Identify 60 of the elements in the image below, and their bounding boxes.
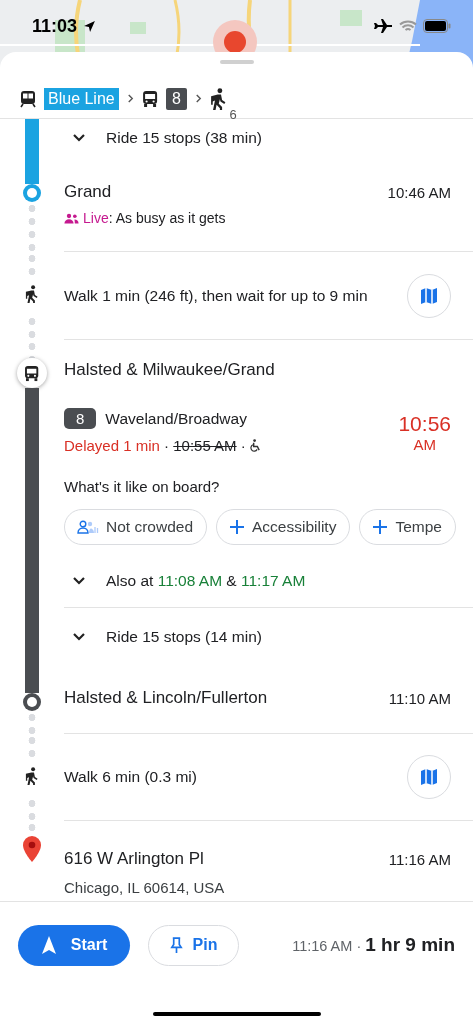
people-icon [64,212,79,224]
bus-icon [24,364,40,382]
arrival-time: 11:10 AM [388,689,451,707]
ride-stops-toggle[interactable]: Ride 15 stops (38 min) [64,129,451,148]
also-departures-toggle[interactable]: Also at 11:08 AM & 11:17 AM [64,572,451,591]
location-pin-icon [22,835,42,864]
onboard-question: What's it like on board? [64,478,221,496]
route-badge: 8 [165,87,187,110]
start-button[interactable]: Start [18,924,130,966]
stop-name: Halsted & Lincoln/Fullerton [64,688,268,709]
map-button[interactable] [407,273,451,318]
walk-instructions: Walk 1 min (246 ft), then wait for up to 9 min [64,286,368,305]
plus-icon [229,519,245,536]
crowd-status: Live: As busy as it gets [83,210,226,227]
map-icon [419,767,439,788]
stop-marker [23,693,41,712]
walk-minutes: 6 [229,107,237,123]
ride-stops-toggle[interactable]: Ride 15 stops (14 min) [64,628,451,647]
stop-name: Halsted & Milwaukee/Grand [64,360,276,381]
map-button[interactable] [407,755,451,800]
feedback-chip[interactable]: Tempe [359,509,456,546]
walking-person-icon [24,285,40,304]
route-badge: Blue Line [44,87,119,110]
arrival-time: 10:46 AM [387,183,451,201]
trip-summary: 11:16 AM · 1 hr 9 min [292,934,455,957]
plus-icon [372,519,389,536]
walk-instructions: Walk 6 min (0.3 mi) [64,768,197,787]
chevron-right-icon [194,93,202,104]
route-badge: 8 [64,408,97,430]
battery-icon [423,19,451,33]
pin-button[interactable]: Pin [148,924,239,966]
departure-period: AM [413,436,436,454]
drag-handle[interactable] [219,60,254,64]
train-icon [20,89,36,108]
wifi-icon [399,19,417,33]
chevron-right-icon [126,93,134,104]
arrival-time: 11:16 AM [388,850,451,868]
pushpin-icon [169,936,183,954]
destination-name: 616 W Arlington Pl [64,849,204,870]
feedback-chip[interactable]: Not crowded [64,509,207,546]
stop-marker [23,184,41,203]
navigation-arrow-icon [40,935,57,956]
feedback-chip[interactable]: Accessibility [216,509,351,546]
departure-time: 10:56 [398,412,451,437]
stop-name: Grand [64,182,112,203]
map-icon [419,285,439,306]
walking-person-icon [209,87,228,110]
route-headsign: Waveland/Broadway [105,409,247,428]
people-icon [77,520,99,535]
bus-icon [141,89,158,108]
status-time: 11:03 [32,15,78,37]
walking-person-icon [24,766,40,785]
delay-status: Delayed 1 min · 10:55 AM · [64,437,246,455]
destination-address: Chicago, IL 60614, USA [64,879,226,897]
chevron-down-icon[interactable] [72,632,86,643]
chevron-down-icon[interactable] [72,133,86,144]
airplane-icon [373,18,393,34]
location-arrow-icon [83,19,97,33]
chevron-down-icon[interactable] [72,576,86,587]
wheelchair-icon [249,439,261,453]
